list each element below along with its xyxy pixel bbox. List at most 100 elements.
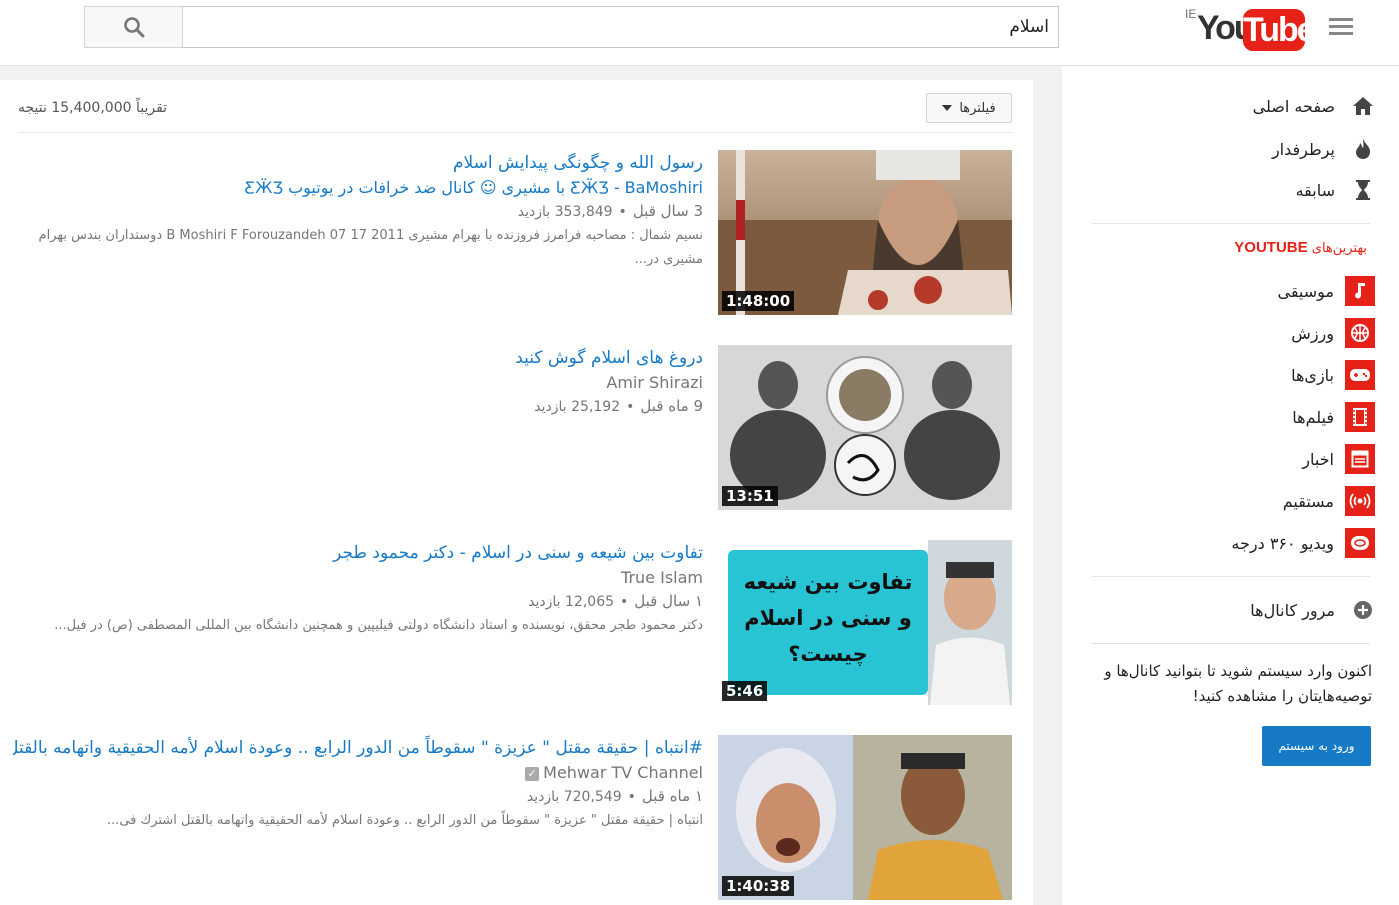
- filter-label: فیلترها: [959, 100, 996, 116]
- search-input[interactable]: [183, 6, 1059, 48]
- meta-separator: •: [618, 204, 627, 220]
- video-thumbnail[interactable]: 1:48:00: [718, 150, 1012, 315]
- sidebar-item-label: ویدیو ۳۶۰ درجه: [1231, 533, 1334, 553]
- signin-button[interactable]: ورود به سیستم: [1262, 726, 1371, 766]
- sidebar-item-gaming[interactable]: بازی‌ها: [1291, 358, 1375, 392]
- video-meta: 3 سال قبل • 353,849 بازدید: [13, 200, 703, 224]
- meta-separator: •: [626, 399, 635, 415]
- masthead: IE You Tube: [0, 0, 1399, 66]
- sidebar-item-browse-channels[interactable]: مرور کانال‌ها: [1250, 594, 1375, 626]
- thumbnail-caption: تفاوت بین شیعه و سنی در اسلام چیست؟: [743, 570, 913, 666]
- divider: [18, 132, 1012, 133]
- upload-time: 9 ماه قبل: [640, 397, 703, 415]
- news-icon: [1345, 444, 1375, 474]
- sidebar-item-movies[interactable]: فیلم‌ها: [1292, 400, 1375, 434]
- logo-tube-text: Tube: [1243, 9, 1316, 51]
- film-icon: [1345, 402, 1375, 432]
- live-icon: [1345, 486, 1375, 516]
- video-duration: 1:48:00: [722, 291, 795, 311]
- video-meta: ۱ سال قبل • 12,065 بازدید: [13, 590, 703, 614]
- sidebar-item-live[interactable]: مستقیم: [1283, 484, 1375, 518]
- video-meta: 9 ماه قبل • 25,192 بازدید: [13, 395, 703, 419]
- video-description: دکتر محمود طجر محقق، نویسنده و استاد دان…: [54, 618, 703, 633]
- channel-link[interactable]: ƸӜƷ - BaMoshiri با مشیری ☺ کانال ضد خراف…: [13, 176, 703, 200]
- search-results: تقریباً 15,400,000 نتیجه فیلترها 1:48:00…: [0, 80, 1033, 905]
- video-description: نسیم شمال : مصاحبه فرامرز فروزنده با بهر…: [38, 228, 703, 267]
- sidebar-item-news[interactable]: اخبار: [1302, 442, 1375, 476]
- signin-prompt: اکنون وارد سیستم شوید تا بتوانید کانال‌ه…: [1104, 662, 1372, 705]
- sidebar-item-label: بازی‌ها: [1291, 365, 1334, 385]
- search-button[interactable]: [84, 6, 183, 48]
- video-title-link[interactable]: دروغ های اسلام گوش کنید: [13, 345, 703, 371]
- video-title-link[interactable]: تفاوت بین شیعه و سنی در اسلام - دکتر محم…: [13, 540, 703, 566]
- channel-link[interactable]: Mehwar TV Channel✓: [13, 761, 703, 785]
- sports-icon: [1345, 318, 1375, 348]
- video-thumbnail[interactable]: 13:51: [718, 345, 1012, 510]
- logo-ie-label: IE: [1185, 7, 1197, 21]
- sidebar-item-label: مستقیم: [1282, 491, 1334, 511]
- verified-check-icon: ✓: [525, 766, 540, 781]
- video-result: 13:51 دروغ های اسلام گوش کنید Amir Shira…: [0, 345, 1033, 511]
- video-info: رسول الله و چگونگی پیدایش اسلام ƸӜƷ - Ba…: [13, 150, 703, 272]
- sidebar-item-360-video[interactable]: ویدیو ۳۶۰ درجه: [1231, 526, 1375, 560]
- guide-menu-button[interactable]: [1329, 18, 1353, 38]
- hamburger-icon-bar: [1329, 32, 1353, 35]
- view-count: 25,192 بازدید: [534, 399, 621, 415]
- video-info: تفاوت بین شیعه و سنی در اسلام - دکتر محم…: [13, 540, 703, 638]
- result-count: تقریباً 15,400,000 نتیجه: [18, 100, 168, 116]
- flame-icon: [1351, 137, 1375, 161]
- video-info: #انتباه | حقيقة مقتل " عزيزة " سقوطاً من…: [13, 735, 703, 833]
- music-icon: [1345, 276, 1375, 306]
- video-title-link[interactable]: #انتباه | حقيقة مقتل " عزيزة " سقوطاً من…: [13, 735, 703, 761]
- sidebar-item-label: موسیقی: [1277, 281, 1335, 301]
- video-meta: ۱ ماه قبل • 720,549 بازدید: [13, 785, 703, 809]
- sidebar-item-history[interactable]: سابقه: [1296, 174, 1375, 206]
- view-count: 12,065 بازدید: [528, 594, 615, 610]
- hamburger-icon-bar: [1329, 18, 1353, 21]
- hourglass-icon: [1351, 178, 1375, 202]
- guide-sidebar: صفحه اصلی پرطرفدار سابقه بهترین‌های YOUT…: [1062, 66, 1399, 905]
- sidebar-item-label: ورزش: [1291, 323, 1334, 343]
- meta-separator: •: [620, 594, 629, 610]
- hamburger-icon-bar: [1329, 25, 1353, 28]
- sidebar-item-label: سابقه: [1295, 180, 1335, 200]
- upload-time: ۱ سال قبل: [634, 592, 703, 610]
- video-result: تفاوت بین شیعه و سنی در اسلام چیست؟ 5:46…: [0, 540, 1033, 706]
- channel-link[interactable]: Amir Shirazi: [13, 371, 703, 395]
- sidebar-item-label: مرور کانال‌ها: [1250, 600, 1335, 620]
- channel-name: Mehwar TV Channel: [543, 763, 703, 782]
- sidebar-item-label: صفحه اصلی: [1252, 96, 1335, 116]
- caret-down-icon: [942, 105, 953, 111]
- divider: [1092, 643, 1370, 644]
- video-info: دروغ های اسلام گوش کنید Amir Shirazi 9 م…: [13, 345, 703, 419]
- 360-video-icon: [1345, 528, 1375, 558]
- upload-time: ۱ ماه قبل: [641, 787, 703, 805]
- sidebar-item-label: فیلم‌ها: [1292, 407, 1334, 427]
- video-duration: 1:40:38: [722, 876, 795, 896]
- divider: [1092, 223, 1370, 224]
- divider: [1092, 576, 1370, 577]
- plus-circle-icon: [1351, 598, 1375, 622]
- home-icon: [1351, 94, 1375, 118]
- view-count: 353,849 بازدید: [517, 204, 613, 220]
- sidebar-item-trending[interactable]: پرطرفدار: [1272, 133, 1375, 165]
- search-icon: [123, 17, 144, 38]
- video-thumbnail[interactable]: 1:40:38: [718, 735, 1012, 900]
- sidebar-item-home[interactable]: صفحه اصلی: [1253, 90, 1375, 122]
- video-result: 1:48:00 رسول الله و چگونگی پیدایش اسلام …: [0, 150, 1033, 316]
- sidebar-item-label: پرطرفدار: [1271, 139, 1335, 159]
- sidebar-item-music[interactable]: موسیقی: [1277, 274, 1375, 308]
- youtube-logo[interactable]: IE You Tube: [1185, 5, 1316, 53]
- video-title-link[interactable]: رسول الله و چگونگی پیدایش اسلام: [13, 150, 703, 176]
- video-thumbnail[interactable]: تفاوت بین شیعه و سنی در اسلام چیست؟ 5:46: [718, 540, 1012, 705]
- view-count: 720,549 بازدید: [526, 789, 622, 805]
- sidebar-item-sports[interactable]: ورزش: [1291, 316, 1375, 350]
- video-description: انتباه | حقيقة مقتل " عزيزة " سقوطاً من …: [106, 813, 703, 828]
- gamepad-icon: [1345, 360, 1375, 390]
- channel-link[interactable]: True Islam: [13, 566, 703, 590]
- video-duration: 13:51: [722, 486, 778, 506]
- meta-separator: •: [627, 789, 636, 805]
- best-of-brand: YOUTUBE: [1234, 239, 1308, 256]
- filter-button[interactable]: فیلترها: [926, 93, 1012, 123]
- best-of-youtube-heading: بهترین‌های YOUTUBE: [1234, 239, 1367, 256]
